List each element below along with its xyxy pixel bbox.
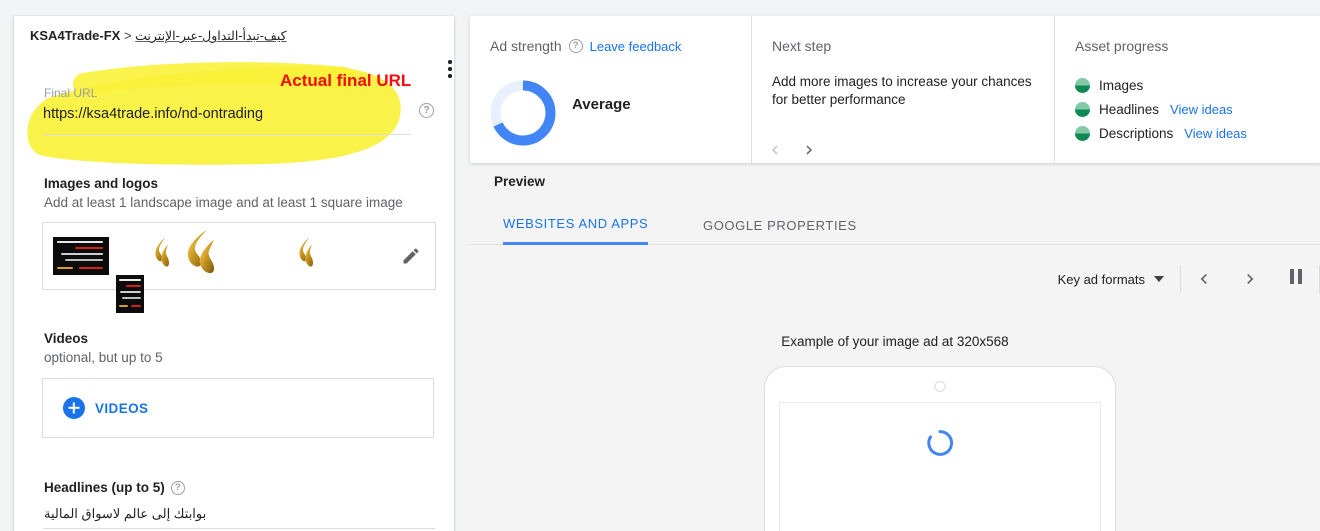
half-circle-status-icon xyxy=(1075,101,1090,117)
gold-flame-logo-icon xyxy=(299,237,313,267)
headlines-section-title: Headlines (up to 5) ? xyxy=(44,480,185,495)
phone-mockup xyxy=(764,366,1116,531)
app-root: KSA4Trade-FX > كيف-تبدأ-التداول-عبر-الإن… xyxy=(0,0,1320,531)
preview-prev-button[interactable] xyxy=(1181,257,1227,301)
more-options-icon[interactable] xyxy=(440,60,454,82)
half-circle-status-icon xyxy=(1075,77,1090,93)
ad-strength-help-icon[interactable]: ? xyxy=(568,39,583,53)
headlines-help-icon[interactable]: ? xyxy=(170,480,185,495)
next-step-message: Add more images to increase your chances… xyxy=(772,74,1032,107)
videos-section-title: Videos xyxy=(44,331,89,346)
gold-flame-logo-icon xyxy=(155,237,169,267)
preview-next-button[interactable] xyxy=(1227,257,1273,301)
breadcrumb-separator: > xyxy=(123,28,132,43)
image-thumbnail[interactable] xyxy=(53,237,109,275)
asset-progress-title: Asset progress xyxy=(1075,38,1169,54)
asset-progress-list: Images Headlines View ideas Descriptions… xyxy=(1075,73,1247,145)
images-section-subtitle: Add at least 1 landscape image and at le… xyxy=(44,195,403,210)
key-ad-formats-select[interactable]: Key ad formats xyxy=(1058,272,1180,287)
view-ideas-link[interactable]: View ideas xyxy=(1170,102,1233,117)
kebab-dot xyxy=(448,67,452,71)
gold-flame-logo-icon xyxy=(187,229,215,274)
final-url-input[interactable] xyxy=(43,106,393,122)
image-thumbnail[interactable] xyxy=(183,229,219,284)
ad-stats-card: Ad strength ? Leave feedback Average Nex… xyxy=(470,16,1320,163)
final-url-label: Final URL xyxy=(44,86,98,100)
ad-strength-header: Ad strength ? Leave feedback xyxy=(490,38,731,54)
tab-websites-and-apps[interactable]: WEBSITES AND APPS xyxy=(503,205,649,245)
highlight-annotation xyxy=(27,62,401,165)
final-url-help-icon[interactable]: ? xyxy=(419,103,434,118)
view-ideas-link[interactable]: View ideas xyxy=(1184,126,1247,141)
asset-progress-row: Images xyxy=(1075,73,1247,97)
pencil-icon[interactable] xyxy=(401,246,421,266)
chevron-right-icon xyxy=(1247,274,1254,284)
preview-title: Preview xyxy=(494,174,546,189)
camera-dot-icon xyxy=(934,381,946,392)
ad-strength-rating: Average xyxy=(572,96,631,113)
preview-tabs: WEBSITES AND APPS GOOGLE PROPERTIES xyxy=(470,205,1320,245)
add-videos-button[interactable]: VIDEOS xyxy=(63,397,148,419)
breadcrumb: KSA4Trade-FX > كيف-تبدأ-التداول-عبر-الإن… xyxy=(30,28,287,43)
chevron-right-icon[interactable] xyxy=(800,141,818,159)
ad-strength-title: Ad strength xyxy=(490,38,562,54)
add-videos-label: VIDEOS xyxy=(95,400,149,416)
chevron-left-icon xyxy=(1200,274,1207,284)
next-step-title: Next step xyxy=(772,38,832,54)
asset-progress-label: Descriptions xyxy=(1099,125,1174,141)
next-step-nav xyxy=(766,141,818,159)
phone-screen xyxy=(779,402,1101,531)
videos-asset-box: VIDEOS xyxy=(42,378,434,438)
half-circle-status-icon xyxy=(1075,125,1090,141)
ad-editor-card: KSA4Trade-FX > كيف-تبدأ-التداول-عبر-الإن… xyxy=(14,16,454,531)
key-ad-formats-label: Key ad formats xyxy=(1057,271,1145,287)
headline-underline xyxy=(43,528,435,529)
asset-progress-panel: Asset progress Images Headlines View ide… xyxy=(1055,16,1320,163)
preview-pause-button[interactable] xyxy=(1273,257,1319,301)
ad-strength-donut xyxy=(488,78,558,148)
breadcrumb-account[interactable]: KSA4Trade-FX xyxy=(30,28,120,43)
asset-progress-row: Headlines View ideas xyxy=(1075,97,1247,121)
images-asset-box[interactable] xyxy=(42,222,436,313)
breadcrumb-page[interactable]: كيف-تبدأ-التداول-عبر-الإنترنت xyxy=(135,29,286,43)
tab-google-properties[interactable]: GOOGLE PROPERTIES xyxy=(703,205,857,245)
kebab-dot xyxy=(448,74,452,78)
preview-toolbar: Key ad formats xyxy=(1058,255,1320,303)
final-url-underline xyxy=(43,134,411,135)
plus-circle-icon xyxy=(63,397,85,419)
next-step-panel: Next step Add more images to increase yo… xyxy=(752,16,1055,163)
headlines-title-text: Headlines (up to 5) xyxy=(44,480,165,495)
headline-input-value[interactable]: بوابتك إلى عالم لاسواق المالية xyxy=(44,506,206,522)
leave-feedback-link[interactable]: Leave feedback xyxy=(590,39,682,54)
annotation-label: Actual final URL xyxy=(280,71,412,90)
asset-progress-row: Descriptions View ideas xyxy=(1075,121,1247,145)
chevron-left-icon[interactable] xyxy=(766,141,784,159)
videos-section-subtitle: optional, but up to 5 xyxy=(44,350,163,365)
preview-panel: Preview WEBSITES AND APPS GOOGLE PROPERT… xyxy=(470,167,1320,531)
pause-icon xyxy=(1288,269,1304,289)
kebab-dot xyxy=(448,60,452,64)
images-section-title: Images and logos xyxy=(44,176,159,191)
image-thumbnail[interactable] xyxy=(116,275,144,313)
loading-spinner-icon xyxy=(927,430,954,456)
preview-caption: Example of your image ad at 320x568 xyxy=(781,334,1009,349)
asset-progress-label: Headlines xyxy=(1099,101,1160,117)
image-thumbnail[interactable] xyxy=(297,237,315,276)
ad-strength-panel: Ad strength ? Leave feedback Average xyxy=(470,16,752,163)
chevron-down-icon xyxy=(1154,276,1164,282)
asset-progress-label: Images xyxy=(1099,77,1144,93)
image-thumbnail[interactable] xyxy=(153,237,171,276)
